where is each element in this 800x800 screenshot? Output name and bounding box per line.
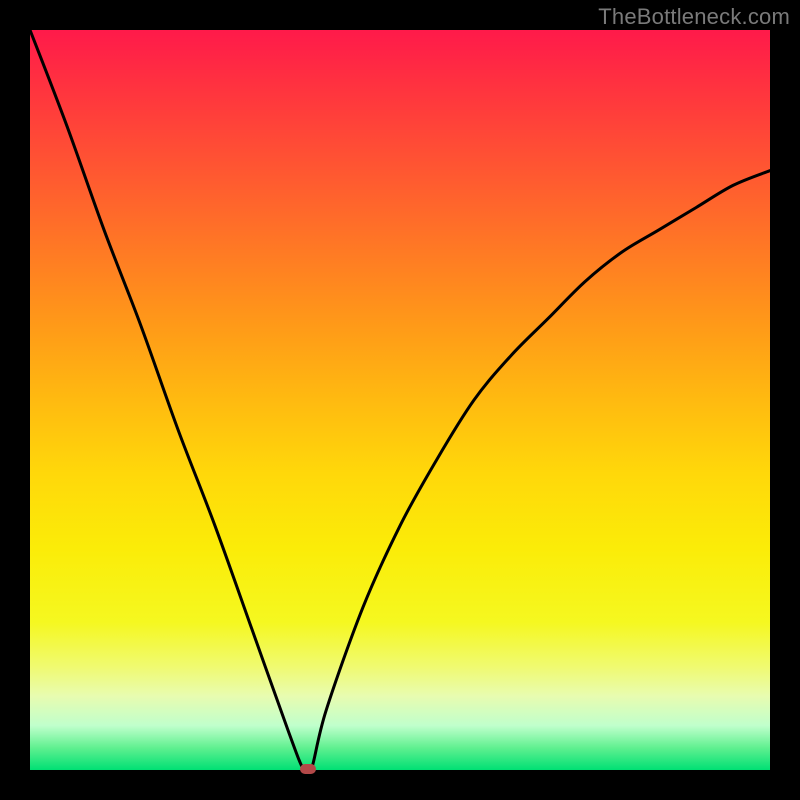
- bottleneck-curve: [30, 30, 770, 770]
- plot-area: [30, 30, 770, 770]
- chart-frame: TheBottleneck.com: [0, 0, 800, 800]
- watermark-text: TheBottleneck.com: [598, 4, 790, 30]
- minimum-marker: [300, 764, 316, 774]
- curve-path: [30, 30, 770, 770]
